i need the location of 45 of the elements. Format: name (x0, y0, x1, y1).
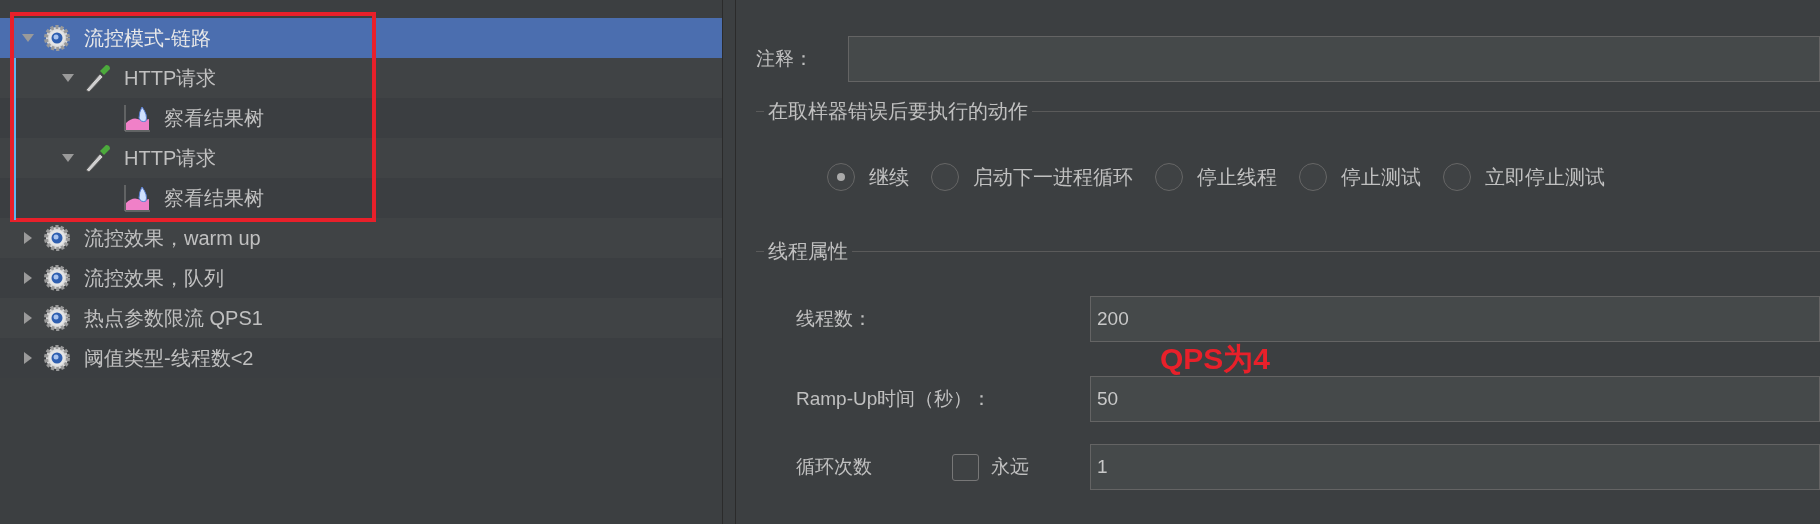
chart-icon (122, 103, 152, 133)
gear-icon (42, 23, 72, 53)
gear-icon (42, 263, 72, 293)
tree-item-label: HTTP请求 (124, 66, 217, 91)
tree-item-label: 流控模式-链路 (84, 26, 211, 51)
gear-icon (42, 223, 72, 253)
chart-icon (122, 183, 152, 213)
field-label: 注释： (756, 46, 814, 71)
radio-option[interactable]: 停止线程 (1155, 162, 1277, 192)
field-label: 循环次数 (796, 454, 873, 479)
tree-item-label: 察看结果树 (164, 186, 264, 211)
radio-button[interactable] (1155, 163, 1183, 191)
radio-button[interactable] (1299, 163, 1327, 191)
field-label: 线程数： (796, 306, 873, 331)
annotation-text: QPS为4 (1160, 344, 1271, 374)
tree-item-label: 流控效果，队列 (84, 266, 224, 291)
tree-row[interactable]: 流控模式-链路 (0, 18, 722, 58)
gear-icon (42, 303, 72, 333)
group-title: 在取样器错误后要执行的动作 (767, 99, 1029, 124)
radio-option[interactable]: 停止测试 (1299, 162, 1421, 192)
tree-row[interactable]: HTTP请求 (0, 58, 722, 98)
radio-option[interactable]: 启动下一进程循环 (931, 162, 1133, 192)
gear-icon (42, 343, 72, 373)
radio-option[interactable]: 继续 (827, 162, 909, 192)
tree-item-label: 热点参数限流 QPS1 (84, 306, 263, 331)
radio-button[interactable] (931, 163, 959, 191)
radio-option[interactable]: 立即停止测试 (1443, 162, 1605, 192)
tree-item-label: 察看结果树 (164, 106, 264, 131)
tree-row[interactable]: HTTP请求 (0, 138, 722, 178)
tree-row[interactable]: 热点参数限流 QPS1 (0, 298, 722, 338)
tree-item-label: HTTP请求 (124, 146, 217, 171)
radio-button[interactable] (827, 163, 855, 191)
tree-item-label: 阈值类型-线程数<2 (84, 346, 254, 371)
thread-count-field[interactable]: 200 (1090, 296, 1820, 342)
loop-count-field[interactable]: 1 (1090, 444, 1820, 490)
splitter[interactable] (722, 0, 736, 524)
forever-checkbox[interactable]: 永远 (952, 452, 1090, 482)
comment-field[interactable] (848, 36, 1820, 82)
checkbox[interactable] (952, 453, 979, 481)
radio-button[interactable] (1443, 163, 1471, 191)
tree-row[interactable]: 流控效果，warm up (0, 218, 722, 258)
field-label: Ramp-Up时间（秒）： (796, 386, 993, 411)
ramp-up-field[interactable]: 50 (1090, 376, 1820, 422)
tree-item-label: 流控效果，warm up (84, 226, 261, 251)
group-title: 线程属性 (767, 239, 849, 264)
